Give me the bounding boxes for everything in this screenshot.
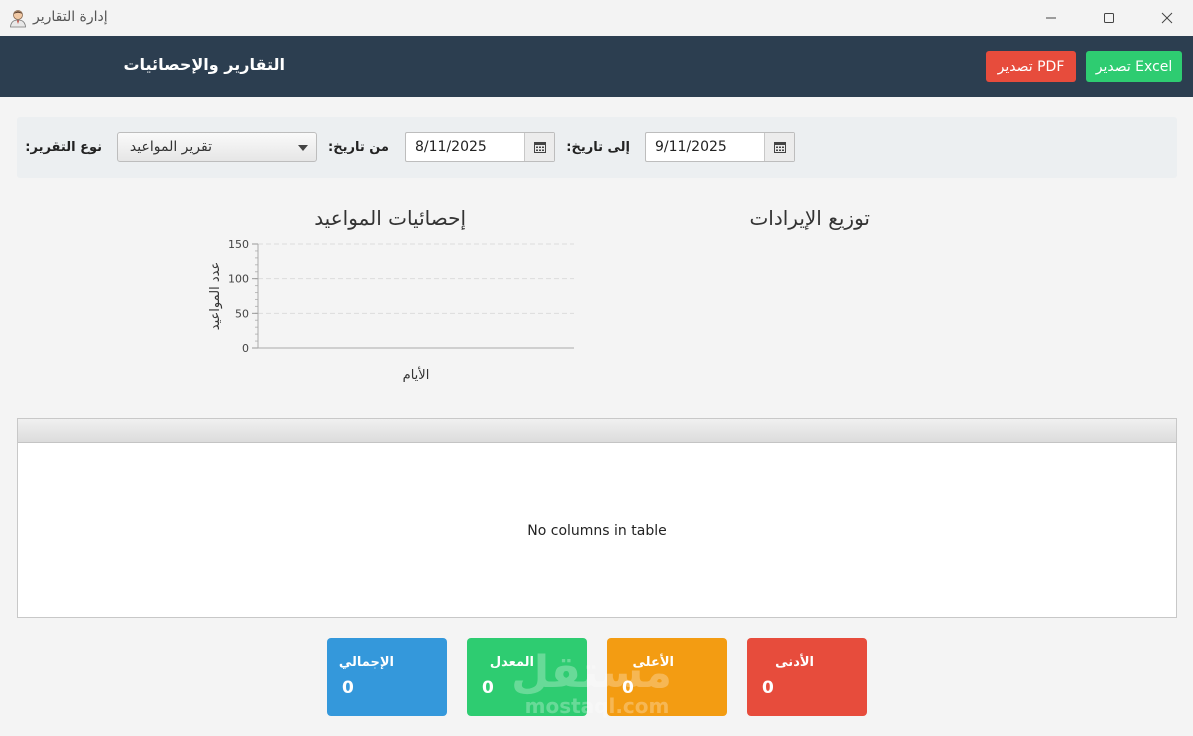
report-table[interactable]: No columns in table	[17, 418, 1177, 618]
stat-card-total: الإجمالي 0	[327, 638, 447, 716]
calendar-icon	[773, 141, 786, 153]
chart-y-tick-label: 50	[235, 307, 249, 320]
close-icon	[1161, 12, 1173, 24]
stat-card-average: المعدل 0	[467, 638, 587, 716]
stat-card-minimum: الأدنى 0	[747, 638, 867, 716]
chart-x-axis-label: الأيام	[403, 366, 430, 383]
window-titlebar: إدارة التقارير	[0, 0, 1193, 36]
minimize-button[interactable]	[1022, 0, 1080, 36]
calendar-icon	[533, 141, 546, 153]
to-date-input[interactable]	[646, 133, 765, 161]
stat-total-value: 0	[342, 678, 354, 698]
chart-y-tick-label: 0	[242, 342, 249, 355]
chart-y-axis-label: عدد المواعيد	[208, 262, 223, 330]
chart-y-axis: 0 50 100 150	[228, 238, 258, 355]
report-type-label: نوع التقرير:	[25, 140, 102, 155]
filter-panel: إلى تاريخ: من تاريخ: تقرير المواعيد ن	[17, 117, 1177, 178]
export-pdf-button[interactable]: تصدير PDF	[986, 51, 1076, 82]
from-date-label: من تاريخ:	[328, 140, 389, 155]
chevron-down-icon	[298, 145, 308, 151]
revenue-chart-title: توزيع الإيرادات	[749, 206, 870, 230]
close-button[interactable]	[1138, 0, 1193, 36]
stat-average-value: 0	[482, 678, 494, 698]
from-date-calendar-button[interactable]	[524, 133, 554, 161]
stat-minimum-value: 0	[762, 678, 774, 698]
stat-maximum-label: الأعلى	[632, 655, 674, 670]
stat-total-label: الإجمالي	[338, 655, 394, 670]
appointments-chart-title: إحصائيات المواعيد	[314, 206, 466, 230]
table-placeholder: No columns in table	[527, 523, 667, 539]
chart-y-tick-label: 100	[228, 273, 249, 286]
table-header	[18, 419, 1176, 443]
from-date-input[interactable]	[406, 133, 525, 161]
to-date-picker[interactable]	[645, 132, 795, 162]
appointments-chart: 0 50 100 150 الأيام عدد المواعيد	[208, 238, 574, 383]
page-header: التقارير والإحصائيات تصدير PDF تصدير Exc…	[0, 36, 1193, 97]
stat-card-maximum: الأعلى 0	[607, 638, 727, 716]
report-type-select[interactable]: تقرير المواعيد	[117, 132, 317, 162]
minimize-icon	[1046, 17, 1056, 19]
maximize-button[interactable]	[1080, 0, 1138, 36]
stat-maximum-value: 0	[622, 678, 634, 698]
stat-average-label: المعدل	[489, 655, 534, 670]
to-date-label: إلى تاريخ:	[566, 140, 630, 155]
from-date-picker[interactable]	[405, 132, 555, 162]
maximize-icon	[1104, 13, 1114, 23]
user-avatar-icon	[8, 8, 28, 28]
report-type-value: تقرير المواعيد	[129, 139, 212, 155]
chart-y-tick-label: 150	[228, 238, 249, 251]
export-excel-button[interactable]: تصدير Excel	[1086, 51, 1182, 82]
to-date-calendar-button[interactable]	[764, 133, 794, 161]
window-title: إدارة التقارير	[33, 9, 108, 25]
chart-grid	[258, 243, 574, 314]
stat-minimum-label: الأدنى	[775, 655, 814, 670]
page-title: التقارير والإحصائيات	[123, 55, 285, 74]
